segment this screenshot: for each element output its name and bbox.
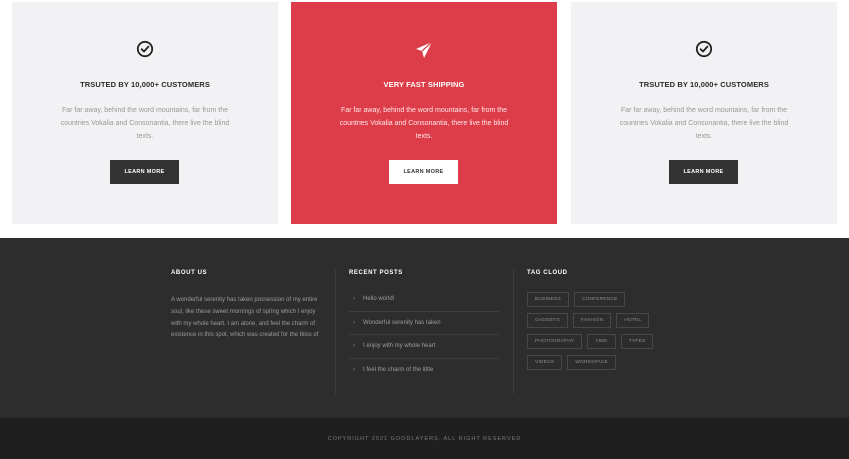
tag-conference[interactable]: CONFERENCE bbox=[573, 292, 626, 307]
features-section: TRSUTED BY 10,000+ CUSTOMERS Far far awa… bbox=[0, 0, 849, 238]
tag-hotel[interactable]: HOTEL bbox=[616, 313, 650, 328]
feature-card-shipping: VERY FAST SHIPPING Far far away, behind … bbox=[291, 2, 557, 224]
recent-post-title: Wonderful serenity has taken bbox=[363, 319, 441, 326]
recent-post-link[interactable]: › I feel the charm of the little bbox=[349, 359, 499, 383]
tag-videos[interactable]: VIDEOS bbox=[527, 355, 563, 370]
footer: ABOUT US A wonderful serenity has taken … bbox=[0, 238, 849, 418]
recent-post-link[interactable]: › Hello world! bbox=[349, 288, 499, 312]
tag-time[interactable]: TIME bbox=[587, 334, 616, 349]
feature-title: VERY FAST SHIPPING bbox=[383, 80, 465, 89]
copyright-text: COPYRIGHT 2021 GOODLAYERS, ALL RIGHT RES… bbox=[327, 436, 522, 442]
check-circle-icon bbox=[12, 40, 278, 60]
tag-types[interactable]: TYPES bbox=[620, 334, 654, 349]
recent-post-title: I enjoy with my whole heart bbox=[363, 343, 436, 349]
recent-post-link[interactable]: › Wonderful serenity has taken bbox=[349, 312, 499, 335]
feature-title: TRSUTED BY 10,000+ CUSTOMERS bbox=[639, 80, 769, 89]
chevron-right-icon: › bbox=[353, 296, 355, 302]
chevron-right-icon: › bbox=[353, 366, 355, 373]
footer-divider bbox=[513, 269, 514, 394]
tag-photography[interactable]: PHOTOGRAPHY bbox=[527, 334, 583, 349]
recent-posts-list: › Hello world! › Wonderful serenity has ta… bbox=[349, 288, 499, 382]
copyright-bar: COPYRIGHT 2021 GOODLAYERS, ALL RIGHT RES… bbox=[0, 418, 849, 459]
recent-post-title: Hello world! bbox=[363, 296, 395, 302]
tag-business[interactable]: BUSINESS bbox=[527, 292, 569, 307]
check-circle-icon bbox=[571, 40, 837, 60]
feature-card-trusted: TRSUTED BY 10,000+ CUSTOMERS Far far awa… bbox=[12, 2, 278, 224]
paper-plane-icon bbox=[291, 40, 557, 60]
footer-divider bbox=[335, 269, 336, 394]
learn-more-button[interactable]: LEARN MORE bbox=[389, 160, 458, 184]
chevron-right-icon: › bbox=[353, 343, 355, 349]
feature-text: Far far away, behind the word mountains,… bbox=[339, 107, 509, 140]
tag-gadgets[interactable]: GADGETS bbox=[527, 313, 568, 328]
chevron-right-icon: › bbox=[353, 319, 355, 326]
tag-cloud-title: TAG CLOUD bbox=[527, 270, 568, 276]
about-us-title: ABOUT US bbox=[171, 270, 208, 276]
recent-posts-title: RECENT POSTS bbox=[349, 270, 403, 276]
tag-cloud: BUSINESS CONFERENCE GADGETS FASHION HOTE… bbox=[527, 292, 662, 376]
recent-post-link[interactable]: › I enjoy with my whole heart bbox=[349, 335, 499, 359]
about-us-text: A wonderful serenity has taken possessio… bbox=[171, 297, 319, 339]
learn-more-button[interactable]: LEARN MORE bbox=[110, 160, 179, 184]
feature-card-trusted: TRSUTED BY 10,000+ CUSTOMERS Far far awa… bbox=[571, 2, 837, 224]
feature-text: Far far away, behind the word mountains,… bbox=[60, 107, 230, 140]
tag-workspace[interactable]: WORKSPACE bbox=[567, 355, 616, 370]
feature-title: TRSUTED BY 10,000+ CUSTOMERS bbox=[80, 80, 210, 89]
feature-text: Far far away, behind the word mountains,… bbox=[619, 107, 789, 140]
tag-fashion[interactable]: FASHION bbox=[572, 313, 612, 328]
recent-post-title: I feel the charm of the little bbox=[363, 366, 434, 373]
learn-more-button[interactable]: LEARN MORE bbox=[669, 160, 738, 184]
